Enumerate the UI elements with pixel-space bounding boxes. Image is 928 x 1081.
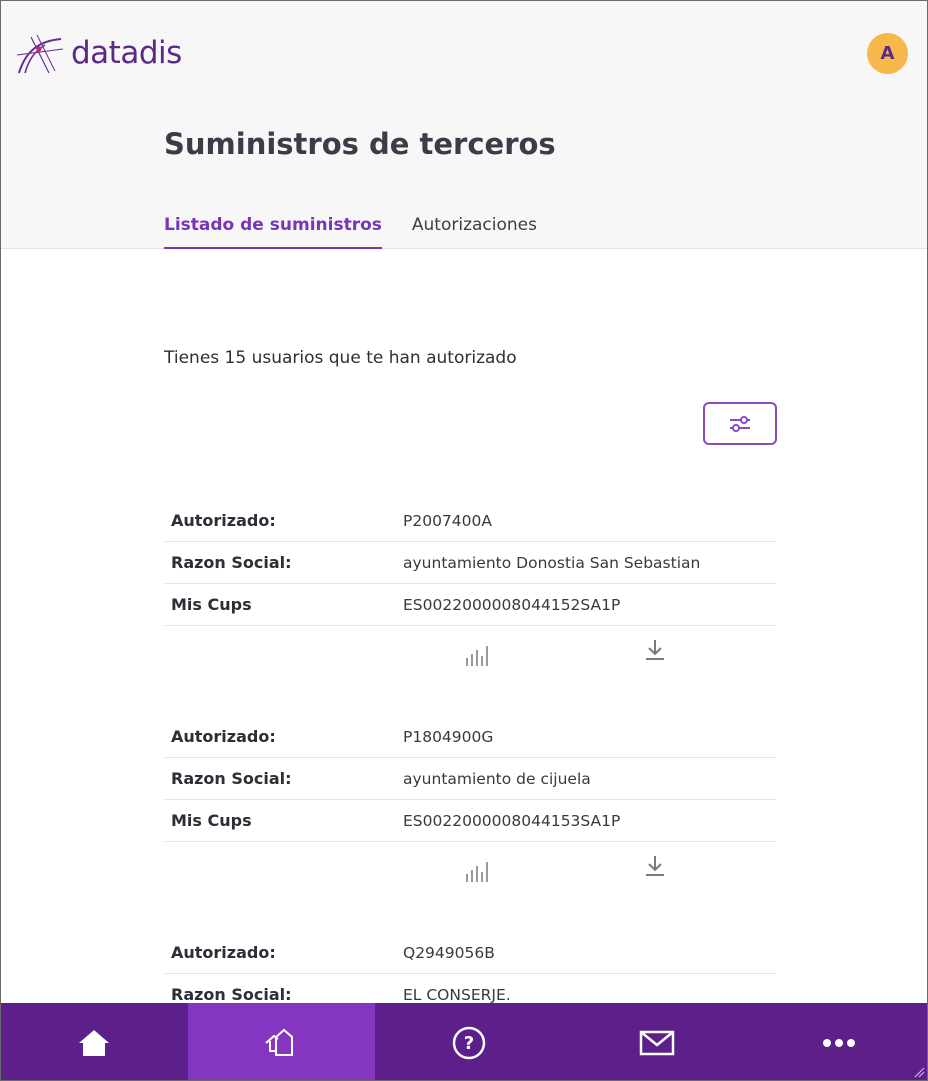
download-icon bbox=[646, 856, 664, 876]
razon-social-value: ayuntamiento Donostia San Sebastian bbox=[403, 553, 701, 572]
table-row: Razon Social: ayuntamiento de cijuela bbox=[164, 758, 777, 800]
autorizado-value: Q2949056B bbox=[403, 943, 495, 962]
download-button[interactable] bbox=[644, 854, 666, 882]
mis-cups-value: ES0022000008044153SA1P bbox=[403, 811, 621, 830]
download-button[interactable] bbox=[644, 638, 666, 666]
table-row: Mis Cups ES0022000008044152SA1P bbox=[164, 584, 777, 626]
datadis-logo[interactable]: datadis bbox=[15, 31, 182, 75]
logo-icon bbox=[16, 34, 64, 74]
nav-more[interactable] bbox=[750, 1003, 927, 1080]
mis-cups-label: Mis Cups bbox=[171, 811, 252, 830]
razon-social-label: Razon Social: bbox=[171, 553, 292, 572]
user-avatar[interactable]: A bbox=[867, 33, 908, 74]
tab-listado-suministros[interactable]: Listado de suministros bbox=[164, 215, 382, 249]
svg-text:?: ? bbox=[464, 1033, 474, 1054]
table-row: Mis Cups ES0022000008044153SA1P bbox=[164, 800, 777, 842]
consumption-chart-button[interactable] bbox=[464, 860, 490, 888]
table-row: Autorizado: P1804900G bbox=[164, 716, 777, 758]
help-icon: ? bbox=[452, 1026, 486, 1059]
header: datadis A Suministros de terceros Listad… bbox=[1, 1, 927, 249]
home-icon bbox=[79, 1029, 110, 1056]
more-icon bbox=[822, 1038, 855, 1047]
table-row: Razon Social: ayuntamiento Donostia San … bbox=[164, 542, 777, 584]
suministro-card: Autorizado: P1804900G Razon Social: ayun… bbox=[164, 716, 777, 910]
autorizado-value: P1804900G bbox=[403, 727, 494, 746]
autorizado-value: P2007400A bbox=[403, 511, 492, 530]
razon-social-label: Razon Social: bbox=[171, 985, 292, 1004]
sliders-icon bbox=[730, 415, 750, 432]
logo-wordmark: datadis bbox=[71, 34, 182, 71]
autorizado-label: Autorizado: bbox=[171, 943, 276, 962]
razon-social-value: ayuntamiento de cijuela bbox=[403, 769, 591, 788]
filter-button[interactable] bbox=[703, 402, 777, 445]
bar-chart-icon bbox=[466, 646, 488, 666]
nav-help[interactable]: ? bbox=[375, 1003, 563, 1080]
nav-home[interactable] bbox=[1, 1003, 188, 1080]
nav-mail[interactable] bbox=[563, 1003, 751, 1080]
tab-autorizaciones[interactable]: Autorizaciones bbox=[412, 215, 537, 249]
authorized-users-count: Tienes 15 usuarios que te han autorizado bbox=[164, 348, 517, 368]
suministros-list: Autorizado: P2007400A Razon Social: ayun… bbox=[164, 500, 777, 1016]
page-title: Suministros de terceros bbox=[164, 127, 556, 161]
app-window: datadis A Suministros de terceros Listad… bbox=[0, 0, 928, 1081]
bar-chart-icon bbox=[466, 862, 488, 882]
suministro-card: Autorizado: P2007400A Razon Social: ayun… bbox=[164, 500, 777, 694]
mis-cups-value: ES0022000008044152SA1P bbox=[403, 595, 621, 614]
razon-social-label: Razon Social: bbox=[171, 769, 292, 788]
mis-cups-label: Mis Cups bbox=[171, 595, 252, 614]
supplies-icon bbox=[265, 1028, 294, 1056]
razon-social-value: EL CONSERJE. bbox=[403, 985, 511, 1004]
download-icon bbox=[646, 640, 664, 660]
autorizado-label: Autorizado: bbox=[171, 511, 276, 530]
table-row: Autorizado: P2007400A bbox=[164, 500, 777, 542]
table-row: Autorizado: Q2949056B bbox=[164, 932, 777, 974]
consumption-chart-button[interactable] bbox=[464, 644, 490, 672]
card-actions bbox=[164, 626, 777, 694]
tab-bar: Listado de suministros Autorizaciones bbox=[164, 215, 567, 249]
mail-icon bbox=[639, 1030, 674, 1055]
nav-supplies[interactable] bbox=[187, 1003, 376, 1080]
card-actions bbox=[164, 842, 777, 910]
autorizado-label: Autorizado: bbox=[171, 727, 276, 746]
resize-grip-icon[interactable] bbox=[913, 1066, 925, 1078]
bottom-navigation: ? bbox=[1, 1003, 927, 1080]
